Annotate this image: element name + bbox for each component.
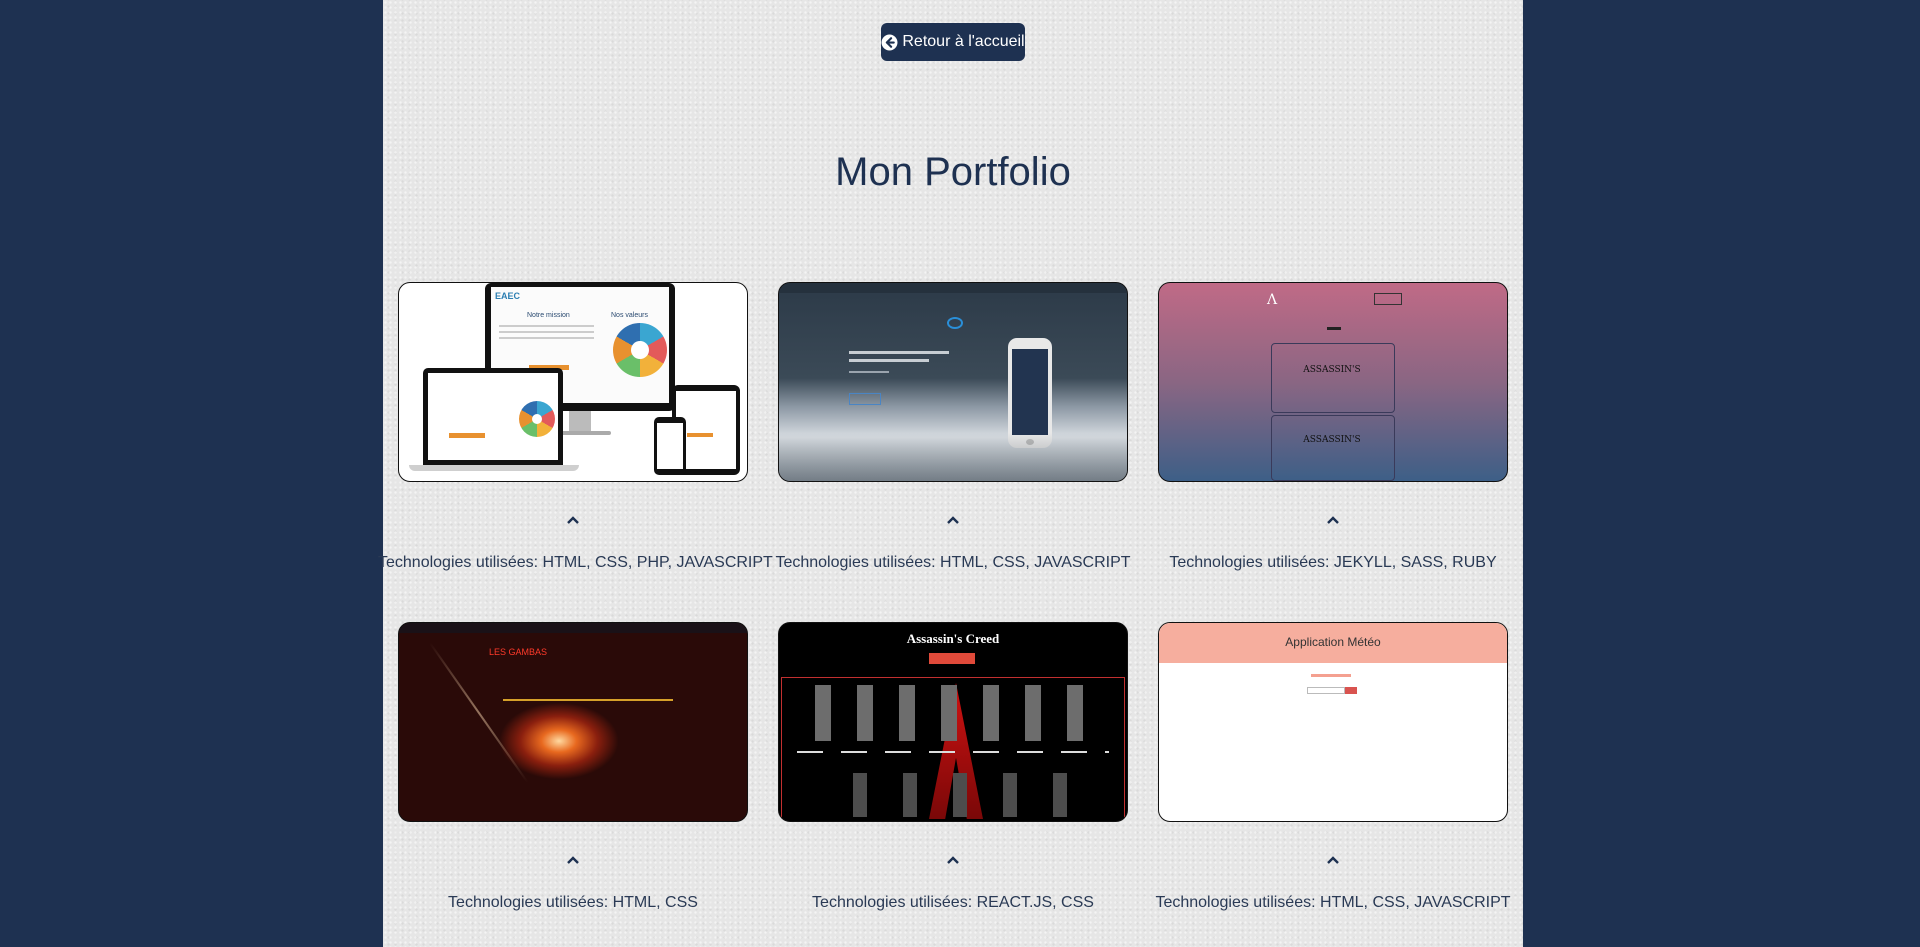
project-technologies: Technologies utilisées: HTML, CSS, PHP, … (378, 554, 773, 571)
project-card: Application Météo Technologies utilisées… (1155, 622, 1511, 911)
chevron-up-icon[interactable] (1325, 854, 1341, 866)
project-technologies: Technologies utilisées: HTML, CSS (448, 894, 698, 911)
project-thumbnail[interactable]: Assassin's Creed (778, 622, 1128, 822)
preview-heading-b: Nos valeurs (611, 312, 648, 319)
page-title: Mon Portfolio (835, 150, 1071, 194)
preview-title: Application Météo (1285, 635, 1381, 649)
preview-card-text: ASSASSIN'S (1303, 365, 1361, 375)
project-technologies: Technologies utilisées: HTML, CSS, JAVAS… (1155, 894, 1511, 911)
project-thumbnail[interactable] (778, 282, 1128, 482)
main-panel: Retour à l'accueil Mon Portfolio EAEC No… (378, 0, 1523, 947)
back-home-label: Retour à l'accueil (902, 33, 1025, 50)
arrow-left-circle-icon (881, 34, 898, 50)
project-technologies: Technologies utilisées: HTML, CSS, JAVAS… (775, 554, 1131, 571)
project-card: LES GAMBAS Technologies utilisées: HTML,… (398, 622, 748, 911)
chevron-up-icon[interactable] (945, 854, 961, 866)
preview-card-text-2: ASSASSIN'S (1303, 435, 1361, 445)
preview-title: Assassin's Creed (906, 631, 1000, 646)
project-card: Assassin's Creed Technologies utilisées:… (778, 622, 1128, 911)
chevron-up-icon[interactable] (945, 514, 961, 526)
preview-brand: EAEC (495, 291, 521, 301)
project-thumbnail[interactable]: Λ ASSASSIN'S ASSASSIN'S (1158, 282, 1508, 482)
chevron-up-icon[interactable] (565, 854, 581, 866)
project-technologies: Technologies utilisées: JEKYLL, SASS, RU… (1169, 554, 1497, 571)
project-card: Technologies utilisées: HTML, CSS, JAVAS… (775, 282, 1131, 571)
back-home-button[interactable]: Retour à l'accueil (881, 23, 1025, 61)
preview-heading-a: Notre mission (527, 312, 570, 319)
project-thumbnail[interactable]: LES GAMBAS (398, 622, 748, 822)
chevron-up-icon[interactable] (1325, 514, 1341, 526)
project-card: EAEC Notre mission Nos valeurs Technolog… (378, 282, 773, 571)
project-thumbnail[interactable]: Application Météo (1158, 622, 1508, 822)
project-thumbnail[interactable]: EAEC Notre mission Nos valeurs (398, 282, 748, 482)
project-card: Λ ASSASSIN'S ASSASSIN'S Technologies uti… (1158, 282, 1508, 571)
project-technologies: Technologies utilisées: REACT.JS, CSS (812, 894, 1094, 911)
chevron-up-icon[interactable] (565, 514, 581, 526)
preview-heading: LES GAMBAS (489, 647, 548, 657)
